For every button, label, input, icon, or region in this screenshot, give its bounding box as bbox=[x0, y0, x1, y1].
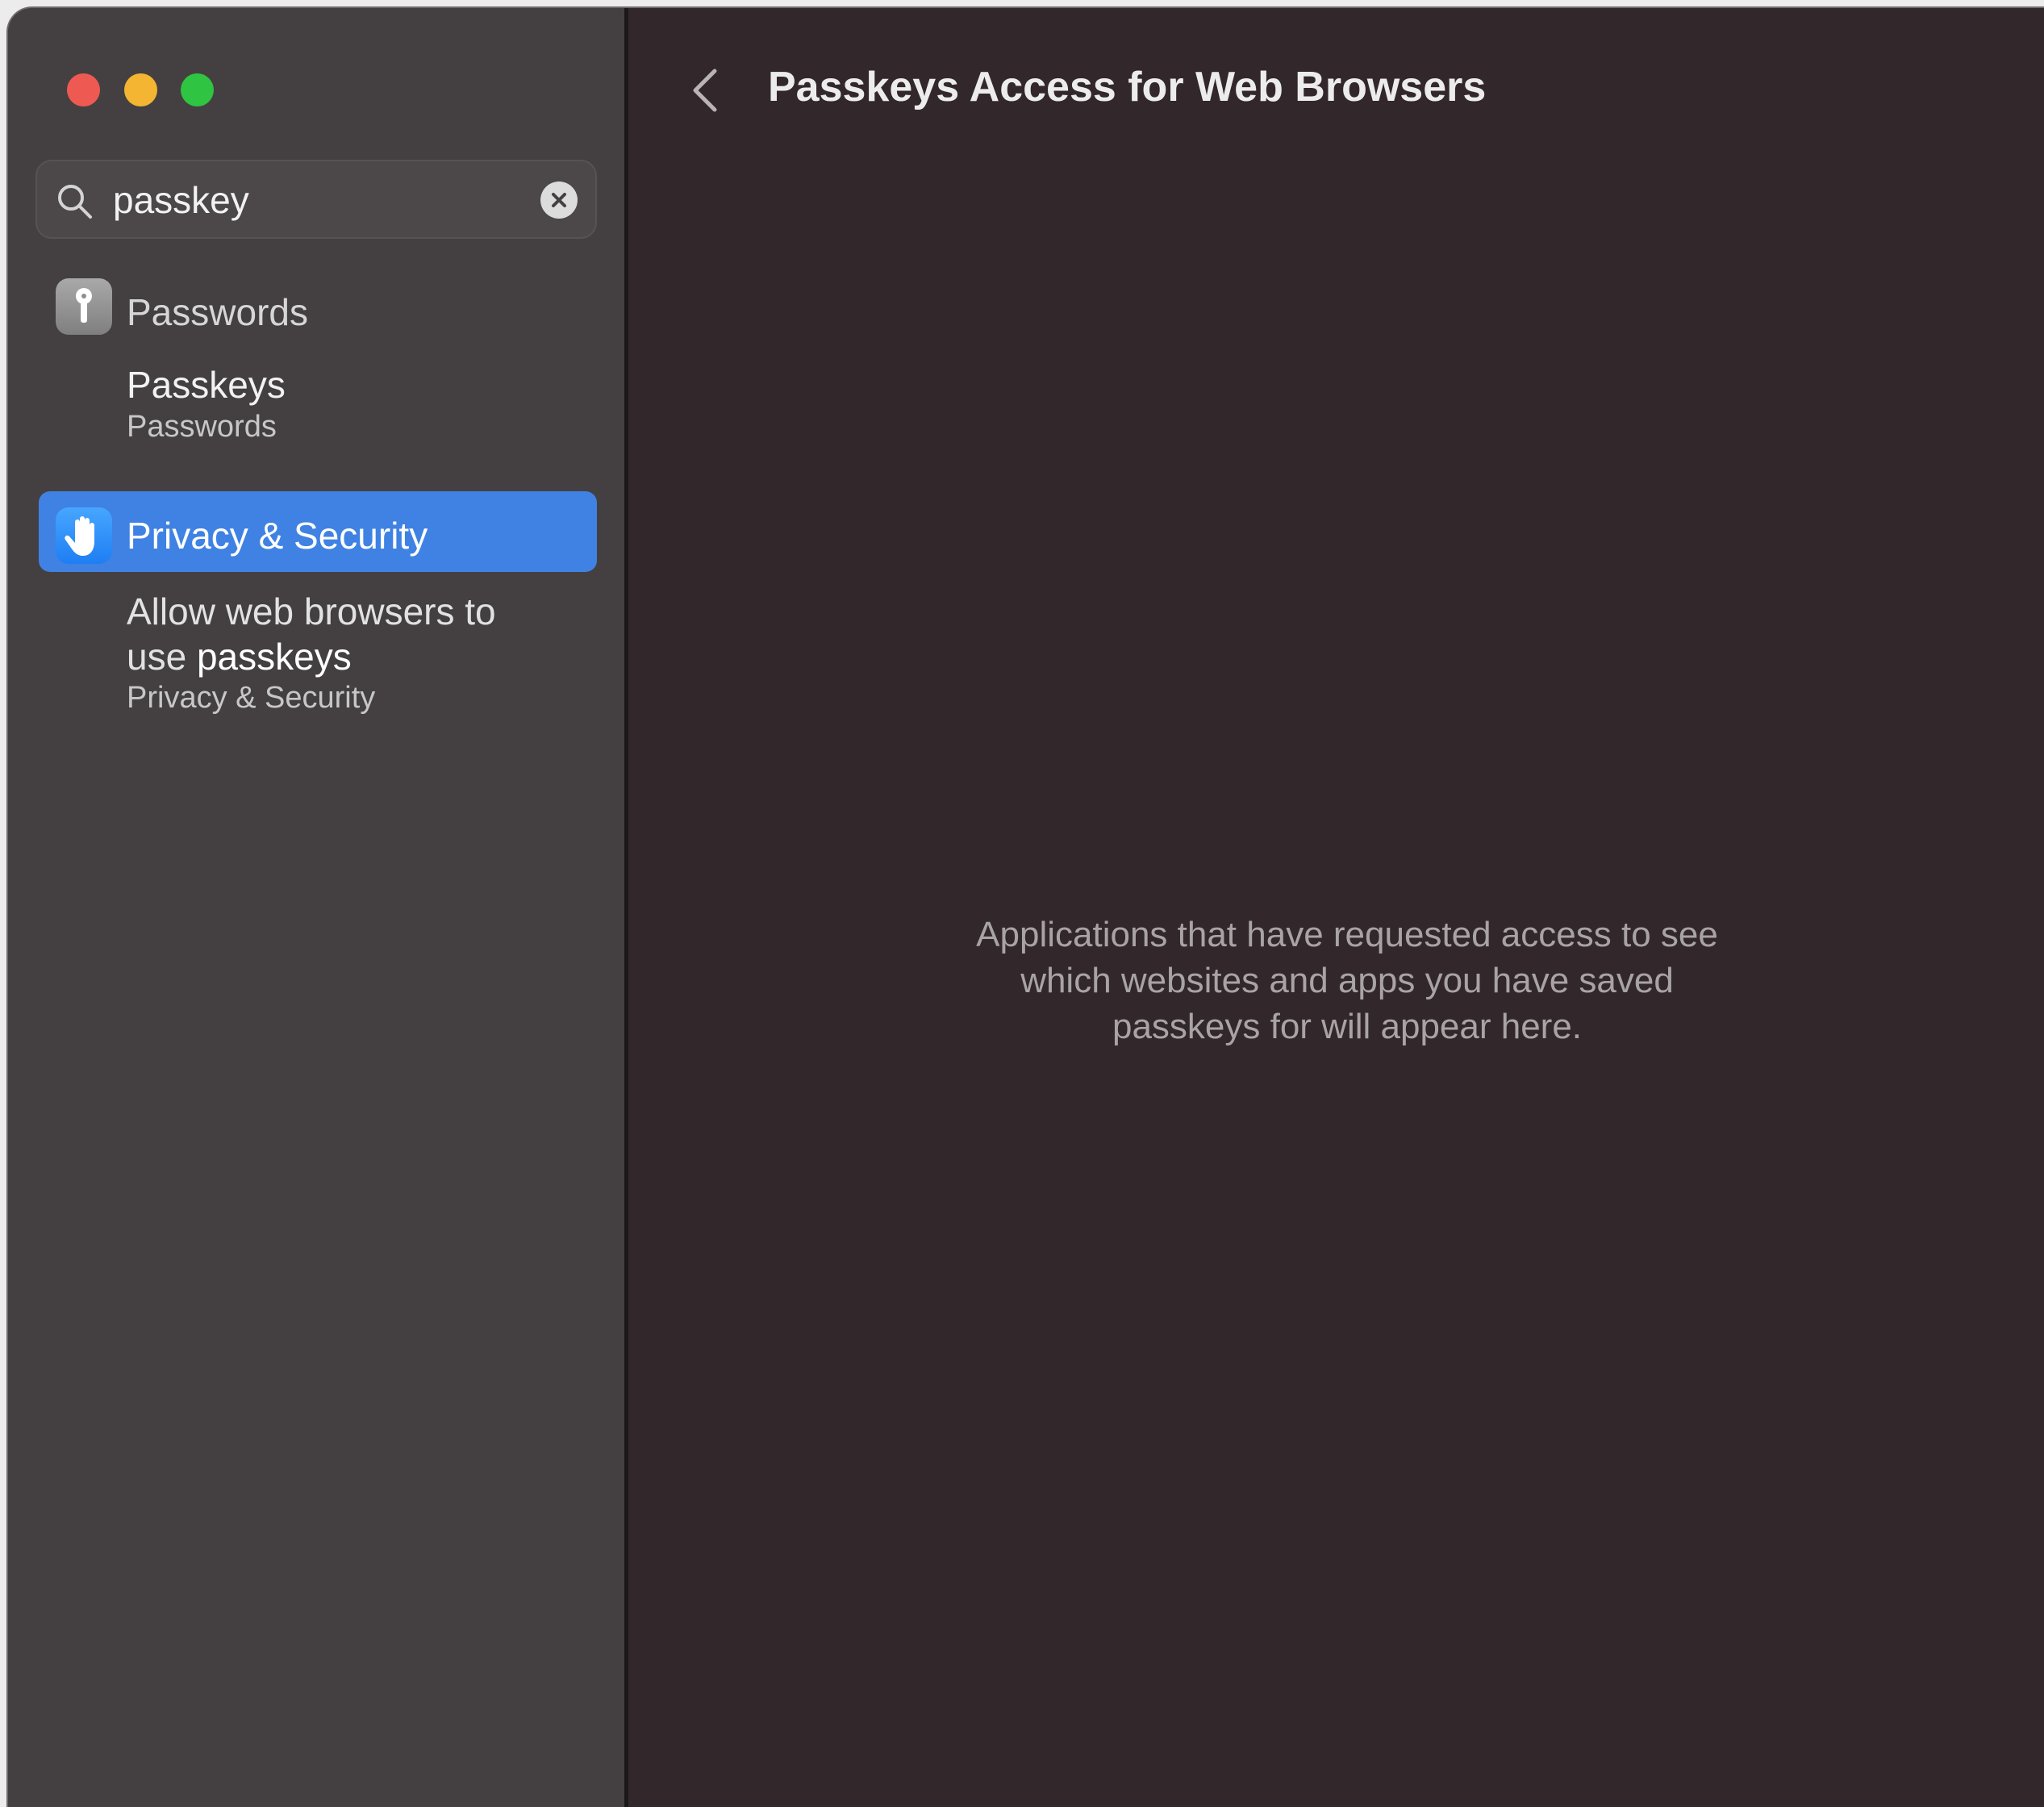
sidebar-divider bbox=[624, 8, 628, 1807]
empty-state-line-1: Applications that have requested access … bbox=[976, 915, 1718, 954]
key-icon bbox=[56, 278, 112, 335]
result-section-passwords[interactable]: Passwords bbox=[127, 290, 308, 334]
result-title-highlight: passkeys bbox=[196, 636, 352, 678]
result-section-privacy-label: Privacy & Security bbox=[127, 515, 428, 557]
empty-state-line-2: which websites and apps you have saved bbox=[1020, 961, 1674, 1000]
search-field[interactable]: passkey bbox=[35, 160, 597, 239]
empty-state-message: Applications that have requested access … bbox=[879, 912, 1815, 1050]
hand-icon bbox=[56, 507, 112, 564]
search-input[interactable]: passkey bbox=[113, 179, 249, 221]
settings-window: passkey Passwords Passkeys Passwords Pri… bbox=[8, 8, 2044, 1807]
zoom-button[interactable] bbox=[181, 73, 214, 106]
result-title-prefix: Allow web browsers to bbox=[127, 591, 496, 632]
back-icon[interactable] bbox=[686, 65, 726, 116]
result-item-passkeys-subtitle: Passwords bbox=[127, 410, 277, 444]
sidebar: passkey Passwords Passkeys Passwords Pri… bbox=[8, 8, 624, 1807]
close-button[interactable] bbox=[67, 73, 100, 106]
empty-state-line-3: passkeys for will appear here. bbox=[1112, 1007, 1583, 1046]
result-item-passkeys[interactable]: Passkeys bbox=[127, 363, 286, 407]
result-item-allow-browsers-passkeys[interactable]: Allow web browsers to use passkeys bbox=[127, 589, 578, 679]
result-title-middle: use bbox=[127, 636, 197, 678]
minimize-button[interactable] bbox=[124, 73, 157, 106]
result-item-privacy-subtitle: Privacy & Security bbox=[127, 681, 376, 715]
page-title: Passkeys Access for Web Browsers bbox=[768, 64, 1487, 111]
clear-icon[interactable] bbox=[540, 182, 578, 219]
search-icon bbox=[58, 185, 92, 219]
